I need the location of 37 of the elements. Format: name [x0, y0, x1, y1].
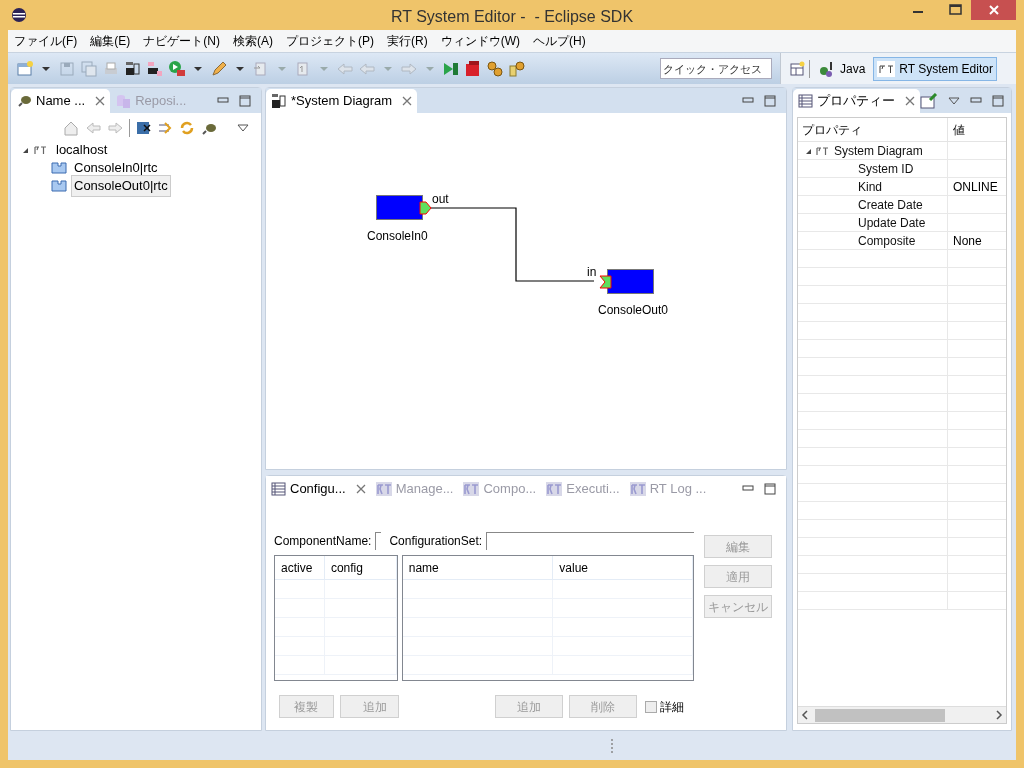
window-title: RT System Editor - - Eclipse SDK [390, 7, 634, 27]
property-name: Create Date [858, 196, 923, 214]
field-label: ConfigurationSet: [389, 533, 483, 550]
port-label: out [432, 191, 449, 208]
property-name: Composite [858, 232, 916, 250]
property-value: ONLINE [953, 178, 998, 196]
field-label: ComponentName: [274, 533, 372, 550]
property-name: System Diagram [834, 142, 923, 160]
menu-item[interactable]: プロジェクト(P) [286, 32, 374, 50]
menu-item[interactable]: ヘルプ(H) [533, 32, 586, 50]
menu-item[interactable]: 編集(E) [90, 32, 131, 50]
component-label: ConsoleIn0 [367, 228, 428, 245]
column-header: プロパティ [798, 118, 948, 141]
column-header: value [553, 556, 693, 579]
property-name: Update Date [858, 214, 926, 232]
menu-item[interactable]: ファイル(F) [14, 32, 78, 50]
perspective-button[interactable]: Java [814, 56, 870, 81]
menu-item[interactable]: ウィンドウ(W) [440, 32, 520, 50]
component-label: ConsoleOut0 [598, 302, 669, 319]
menu-item[interactable]: ナビゲート(N) [143, 32, 220, 50]
property-name: System ID [858, 160, 914, 178]
quick-access-field[interactable]: クイック・アクセス [660, 58, 772, 79]
checkbox-label: 詳細 [660, 698, 684, 716]
column-header: 値 [952, 121, 966, 139]
tree-item[interactable]: ConsoleOut0|rtc [71, 175, 171, 197]
property-name: Kind [858, 178, 883, 196]
menu-item[interactable]: 検索(A) [233, 32, 273, 50]
port-label: in [587, 264, 597, 281]
menu-item[interactable]: 実行(R) [387, 32, 428, 50]
perspective-button[interactable]: RT System Editor [873, 56, 997, 81]
property-value: None [953, 232, 982, 250]
column-header: name [402, 556, 554, 579]
panel-tab[interactable]: プロパティー [793, 89, 920, 113]
panel-tab[interactable]: Name ... [11, 89, 111, 113]
column-header: config [324, 556, 397, 579]
column-header: active [275, 556, 325, 579]
panel-tab[interactable]: *System Diagram [266, 89, 418, 113]
